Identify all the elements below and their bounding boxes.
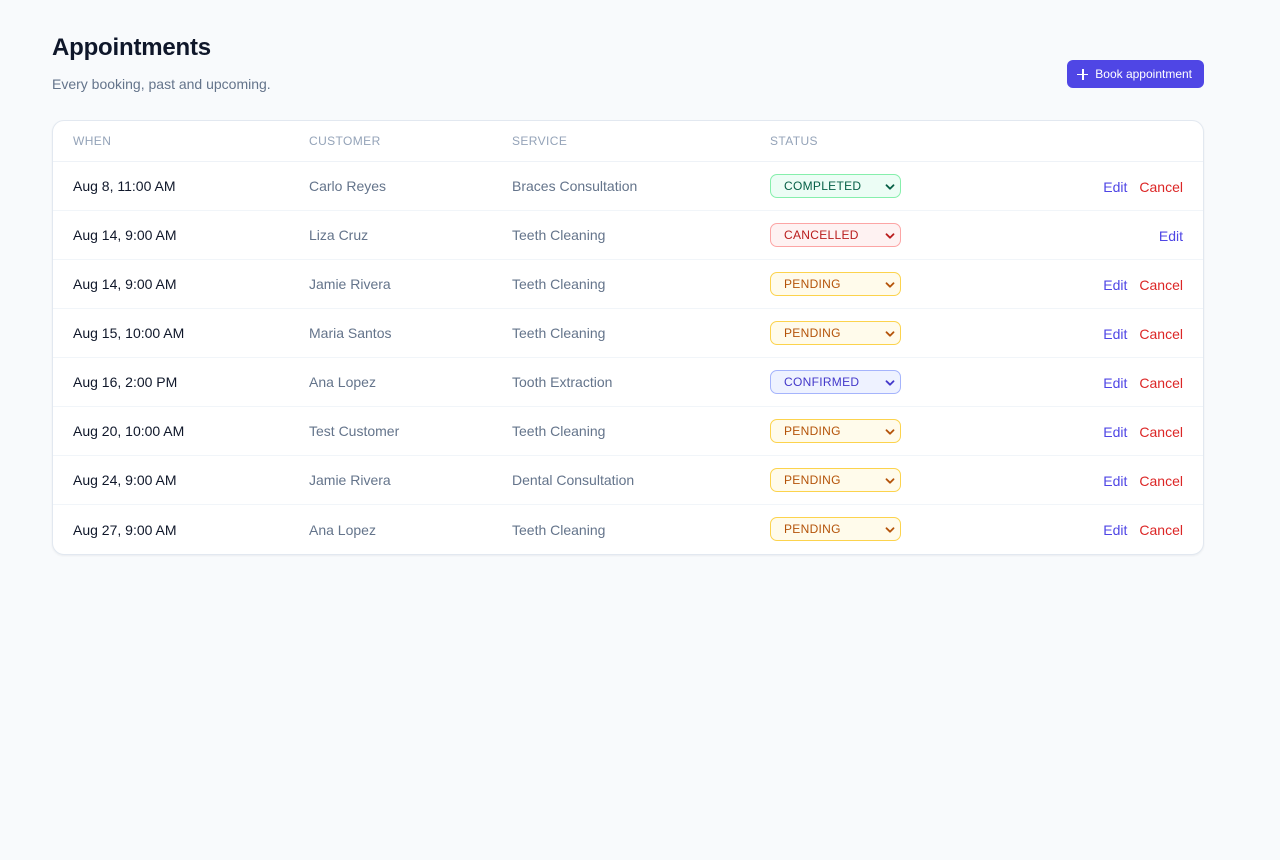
status-value: PENDING bbox=[784, 473, 841, 487]
row-actions: Edit Cancel bbox=[1103, 309, 1183, 358]
table-row: Aug 16, 2:00 PM Ana Lopez Tooth Extraction… bbox=[53, 358, 1203, 407]
plus-icon bbox=[1077, 68, 1089, 80]
status-select[interactable]: PENDING bbox=[770, 468, 901, 492]
page-header: Appointments Every booking, past and upc… bbox=[52, 34, 1204, 94]
appointment-customer: Maria Santos bbox=[309, 325, 392, 341]
row-actions: Edit Cancel bbox=[1103, 456, 1183, 505]
row-actions: Edit bbox=[1159, 211, 1183, 260]
row-actions: Edit Cancel bbox=[1103, 407, 1183, 456]
page-subtitle: Every booking, past and upcoming. bbox=[52, 76, 271, 92]
table-row: Aug 8, 11:00 AM Carlo Reyes Braces Consult… bbox=[53, 162, 1203, 211]
row-actions: Edit Cancel bbox=[1103, 505, 1183, 554]
appointment-customer: Test Customer bbox=[309, 423, 400, 439]
appointment-when: Aug 24, 9:00 AM bbox=[73, 472, 177, 488]
status-select[interactable]: COMPLETED bbox=[770, 174, 901, 198]
cancel-link[interactable]: Cancel bbox=[1139, 179, 1183, 195]
page-title: Appointments bbox=[52, 34, 211, 61]
edit-link[interactable]: Edit bbox=[1103, 326, 1127, 342]
appointment-customer: Ana Lopez bbox=[309, 374, 376, 390]
row-actions: Edit Cancel bbox=[1103, 162, 1183, 211]
table-row: Aug 27, 9:00 AM Ana Lopez Teeth Cleaning PE… bbox=[53, 505, 1203, 554]
appointment-customer: Ana Lopez bbox=[309, 521, 376, 538]
table-row: Aug 14, 9:00 AM Jamie Rivera Teeth Cleanin… bbox=[53, 260, 1203, 309]
chevron-down-icon bbox=[885, 524, 895, 534]
edit-link[interactable]: Edit bbox=[1103, 179, 1127, 195]
chevron-down-icon bbox=[885, 279, 895, 289]
column-header-customer: CUSTOMER bbox=[309, 134, 381, 148]
cancel-link[interactable]: Cancel bbox=[1139, 277, 1183, 293]
status-select[interactable]: CANCELLED bbox=[770, 223, 901, 247]
cancel-link[interactable]: Cancel bbox=[1139, 375, 1183, 391]
book-appointment-label: Book appointment bbox=[1095, 67, 1192, 81]
appointment-customer: Jamie Rivera bbox=[309, 472, 391, 488]
status-value: CONFIRMED bbox=[784, 375, 860, 389]
appointment-customer: Carlo Reyes bbox=[309, 178, 387, 194]
appointment-service: Teeth Cleaning bbox=[512, 276, 606, 292]
appointments-table: WHEN CUSTOMER SERVICE STATUS Aug 8, 11:0… bbox=[52, 120, 1204, 555]
edit-link[interactable]: Edit bbox=[1103, 473, 1127, 489]
table-row: Aug 15, 10:00 AM Maria Santos Teeth Cleani… bbox=[53, 309, 1203, 358]
row-actions: Edit Cancel bbox=[1103, 260, 1183, 309]
appointment-customer: Jamie Rivera bbox=[309, 276, 391, 292]
appointment-service: Teeth Cleaning bbox=[512, 227, 606, 243]
cancel-link[interactable]: Cancel bbox=[1139, 473, 1183, 489]
chevron-down-icon bbox=[885, 328, 895, 338]
appointment-service: Braces Consultation bbox=[512, 178, 638, 194]
status-select[interactable]: CONFIRMED bbox=[770, 370, 901, 394]
appointment-when: Aug 27, 9:00 AM bbox=[73, 521, 177, 538]
column-header-status: STATUS bbox=[770, 134, 818, 148]
table-header: WHEN CUSTOMER SERVICE STATUS bbox=[53, 121, 1203, 162]
appointment-service: Teeth Cleaning bbox=[512, 423, 606, 439]
chevron-down-icon bbox=[885, 230, 895, 240]
appointment-service: Dental Consultation bbox=[512, 472, 635, 488]
table-body: Aug 8, 11:00 AM Carlo Reyes Braces Consult… bbox=[53, 162, 1203, 554]
edit-link[interactable]: Edit bbox=[1103, 424, 1127, 440]
status-select[interactable]: PENDING bbox=[770, 321, 901, 345]
cancel-link[interactable]: Cancel bbox=[1139, 326, 1183, 342]
appointments-page: Appointments Every booking, past and upc… bbox=[0, 0, 1280, 860]
row-actions: Edit Cancel bbox=[1103, 358, 1183, 407]
appointment-when: Aug 14, 9:00 AM bbox=[73, 227, 177, 243]
chevron-down-icon bbox=[885, 181, 895, 191]
cancel-link[interactable]: Cancel bbox=[1139, 522, 1183, 538]
chevron-down-icon bbox=[885, 377, 895, 387]
appointment-service: Teeth Cleaning bbox=[512, 325, 606, 341]
appointment-when: Aug 20, 10:00 AM bbox=[73, 423, 185, 439]
status-value: PENDING bbox=[784, 326, 841, 340]
status-value: CANCELLED bbox=[784, 228, 859, 242]
table-row: Aug 24, 9:00 AM Jamie Rivera Dental Consul… bbox=[53, 456, 1203, 505]
appointment-service: Tooth Extraction bbox=[512, 374, 613, 390]
status-value: COMPLETED bbox=[784, 179, 862, 193]
table-row: Aug 14, 9:00 AM Liza Cruz Teeth Cleaning CA… bbox=[53, 211, 1203, 260]
table-row: Aug 20, 10:00 AM Test Customer Teeth Clean… bbox=[53, 407, 1203, 456]
edit-link[interactable]: Edit bbox=[1159, 228, 1183, 244]
appointment-customer: Liza Cruz bbox=[309, 227, 369, 243]
status-select[interactable]: PENDING bbox=[770, 419, 901, 443]
status-value: PENDING bbox=[784, 277, 841, 291]
appointment-service: Teeth Cleaning bbox=[512, 521, 606, 538]
appointment-when: Aug 16, 2:00 PM bbox=[73, 374, 178, 390]
status-select[interactable]: PENDING bbox=[770, 517, 901, 541]
column-header-when: WHEN bbox=[73, 134, 112, 148]
book-appointment-button[interactable]: Book appointment bbox=[1067, 60, 1204, 88]
cancel-link[interactable]: Cancel bbox=[1139, 424, 1183, 440]
chevron-down-icon bbox=[885, 475, 895, 485]
edit-link[interactable]: Edit bbox=[1103, 375, 1127, 391]
appointment-when: Aug 14, 9:00 AM bbox=[73, 276, 177, 292]
chevron-down-icon bbox=[885, 426, 895, 436]
edit-link[interactable]: Edit bbox=[1103, 277, 1127, 293]
status-value: PENDING bbox=[784, 424, 841, 438]
status-select[interactable]: PENDING bbox=[770, 272, 901, 296]
appointment-when: Aug 8, 11:00 AM bbox=[73, 178, 176, 194]
appointment-when: Aug 15, 10:00 AM bbox=[73, 325, 185, 341]
status-value: PENDING bbox=[784, 522, 841, 536]
edit-link[interactable]: Edit bbox=[1103, 522, 1127, 538]
column-header-service: SERVICE bbox=[512, 134, 568, 148]
